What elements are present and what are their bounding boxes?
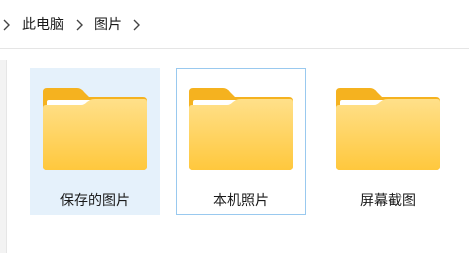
breadcrumb-item-this-pc[interactable]: 此电脑	[22, 14, 64, 36]
folder-icon	[43, 88, 147, 170]
breadcrumb: 此电脑 图片	[0, 0, 469, 49]
file-explorer-window: 此电脑 图片 保存的图片 本机照片 屏幕截图	[0, 0, 469, 253]
folder-icon	[336, 88, 440, 170]
navigation-pane-edge	[0, 60, 7, 253]
breadcrumb-item-pictures[interactable]: 图片	[94, 14, 122, 36]
folder-icon	[189, 88, 293, 170]
chevron-right-icon[interactable]	[74, 19, 84, 31]
folder-item-screenshots[interactable]: 屏幕截图	[323, 68, 453, 215]
folder-item-saved-pictures[interactable]: 保存的图片	[30, 68, 160, 215]
folder-item-local-photos[interactable]: 本机照片	[176, 68, 306, 215]
chevron-right-icon[interactable]	[1, 19, 11, 31]
folder-label: 本机照片	[213, 193, 269, 209]
folder-label: 保存的图片	[60, 193, 130, 209]
folder-label: 屏幕截图	[360, 193, 416, 209]
chevron-right-icon[interactable]	[131, 19, 141, 31]
